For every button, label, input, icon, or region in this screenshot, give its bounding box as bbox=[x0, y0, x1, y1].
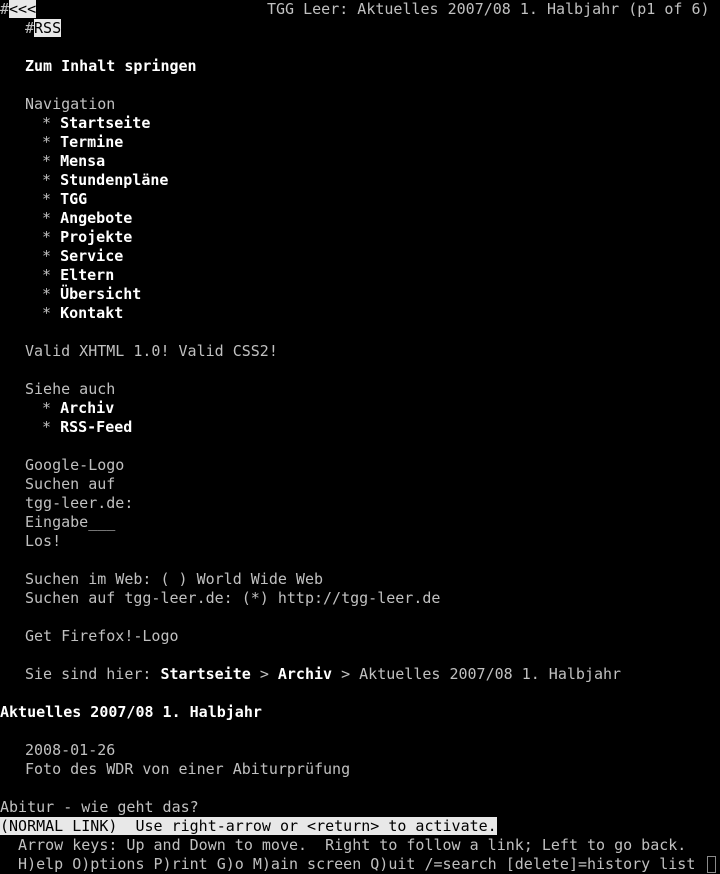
list-bullet-icon: * bbox=[42, 209, 52, 227]
nav-item-projekte[interactable]: * Projekte bbox=[42, 228, 132, 247]
nav-item-startseite[interactable]: * Startseite bbox=[42, 114, 150, 133]
list-bullet-icon: * bbox=[42, 190, 52, 208]
rss-row: #RSS bbox=[25, 19, 62, 38]
status-help-line-2: H)elp O)ptions P)rint G)o M)ain screen Q… bbox=[0, 855, 696, 873]
nav-link-label[interactable]: Termine bbox=[60, 133, 123, 151]
nav-link-label[interactable]: Eltern bbox=[60, 266, 114, 284]
breadcrumb-separator-icon: > bbox=[259, 665, 269, 683]
nav-link-label[interactable]: Stundenpläne bbox=[60, 171, 168, 189]
radio-row-site[interactable]: Suchen auf tgg-leer.de: (*) http://tgg-l… bbox=[25, 589, 440, 608]
article-link-row[interactable]: Abitur - wie geht das? bbox=[0, 798, 199, 817]
nav-item-kontakt[interactable]: * Kontakt bbox=[42, 304, 123, 323]
list-bullet-icon: * bbox=[42, 247, 52, 265]
toolbar-row: #<<< bbox=[0, 0, 37, 19]
see-also-item-archiv[interactable]: * Archiv bbox=[42, 399, 114, 418]
search-submit-button[interactable]: Los! bbox=[25, 532, 61, 551]
breadcrumb-link-startseite[interactable]: Startseite bbox=[160, 665, 250, 683]
firefox-logo-alt-text: Get Firefox!-Logo bbox=[25, 627, 179, 645]
terminal-cursor bbox=[707, 856, 716, 873]
nav-item-angebote[interactable]: * Angebote bbox=[42, 209, 132, 228]
nav-item-eltern[interactable]: * Eltern bbox=[42, 266, 114, 285]
article-date: 2008-01-26 bbox=[25, 741, 116, 759]
lynx-terminal-screen: #<<< TGG Leer: Aktuelles 2007/08 1. Halb… bbox=[0, 0, 720, 874]
radio-web-label: Suchen im Web: bbox=[25, 570, 152, 588]
nav-link-label[interactable]: TGG bbox=[60, 190, 87, 208]
list-bullet-icon: * bbox=[42, 399, 52, 417]
see-also-link-label[interactable]: RSS-Feed bbox=[60, 418, 132, 436]
list-bullet-icon: * bbox=[42, 266, 52, 284]
list-bullet-icon: * bbox=[42, 152, 52, 170]
radio-row-web[interactable]: Suchen im Web: ( ) World Wide Web bbox=[25, 570, 323, 589]
back-link[interactable]: <<< bbox=[9, 0, 37, 18]
list-bullet-icon: * bbox=[42, 114, 52, 132]
rss-hash: # bbox=[25, 19, 35, 37]
article-date-row: 2008-01-26 bbox=[25, 741, 115, 760]
validation-row: Valid XHTML 1.0! Valid CSS2! bbox=[25, 342, 278, 361]
page-title: TGG Leer: Aktuelles 2007/08 1. Halbjahr … bbox=[267, 0, 710, 18]
article-heading-row: Aktuelles 2007/08 1. Halbjahr bbox=[0, 703, 262, 722]
article-caption-row: Foto des WDR von einer Abiturprüfung bbox=[25, 760, 350, 779]
search-input[interactable]: Eingabe___ bbox=[25, 513, 115, 532]
see-also-item-rss-feed[interactable]: * RSS-Feed bbox=[42, 418, 132, 437]
breadcrumb: Sie sind hier: Startseite > Archiv > Akt… bbox=[25, 665, 621, 684]
radio-site-value: http://tgg-leer.de bbox=[277, 589, 441, 607]
breadcrumb-separator-icon: > bbox=[341, 665, 351, 683]
list-bullet-icon: * bbox=[42, 418, 52, 436]
list-bullet-icon: * bbox=[42, 228, 52, 246]
see-also-link-label[interactable]: Archiv bbox=[60, 399, 114, 417]
google-logo-alt-text: Google-Logo bbox=[25, 456, 125, 474]
nav-link-label[interactable]: Kontakt bbox=[60, 304, 123, 322]
article-link[interactable]: Abitur - wie geht das? bbox=[0, 798, 199, 816]
nav-heading-row: Navigation bbox=[25, 95, 115, 114]
skip-link-row: Zum Inhalt springen bbox=[25, 57, 197, 76]
nav-item-stundenplaene[interactable]: * Stundenpläne bbox=[42, 171, 168, 190]
search-label-line-2: tgg-leer.de: bbox=[25, 494, 134, 512]
toolbar-hash: # bbox=[0, 0, 10, 18]
nav-item-tgg[interactable]: * TGG bbox=[42, 190, 87, 209]
breadcrumb-link-archiv[interactable]: Archiv bbox=[278, 665, 332, 683]
breadcrumb-label: Sie sind hier: bbox=[25, 665, 152, 683]
search-label-line-1: Suchen auf bbox=[25, 475, 116, 493]
nav-heading: Navigation bbox=[25, 95, 116, 113]
list-bullet-icon: * bbox=[42, 133, 52, 151]
see-also-heading-row: Siehe auch bbox=[25, 380, 115, 399]
search-submit-label[interactable]: Los! bbox=[25, 532, 61, 550]
validation-text: Valid XHTML 1.0! Valid CSS2! bbox=[25, 342, 278, 360]
page-title-row: TGG Leer: Aktuelles 2007/08 1. Halbjahr … bbox=[267, 0, 710, 19]
nav-item-service[interactable]: * Service bbox=[42, 247, 123, 266]
nav-link-label[interactable]: Angebote bbox=[60, 209, 132, 227]
nav-link-label[interactable]: Übersicht bbox=[60, 285, 141, 303]
radio-web-value: World Wide Web bbox=[196, 570, 324, 588]
article-caption: Foto des WDR von einer Abiturprüfung bbox=[25, 760, 351, 778]
status-mode-text: (NORMAL LINK) Use right-arrow or <return… bbox=[0, 817, 497, 835]
skip-to-content-link[interactable]: Zum Inhalt springen bbox=[25, 57, 197, 75]
status-help-line-1: Arrow keys: Up and Down to move. Right t… bbox=[0, 836, 687, 854]
nav-item-uebersicht[interactable]: * Übersicht bbox=[42, 285, 141, 304]
nav-item-mensa[interactable]: * Mensa bbox=[42, 152, 105, 171]
list-bullet-icon: * bbox=[42, 285, 52, 303]
radio-site-button[interactable]: (*) bbox=[242, 589, 269, 607]
rss-link[interactable]: RSS bbox=[34, 19, 62, 37]
breadcrumb-current: Aktuelles 2007/08 1. Halbjahr bbox=[359, 665, 622, 683]
nav-item-termine[interactable]: * Termine bbox=[42, 133, 123, 152]
list-bullet-icon: * bbox=[42, 171, 52, 189]
nav-link-label[interactable]: Service bbox=[60, 247, 123, 265]
nav-link-label[interactable]: Projekte bbox=[60, 228, 132, 246]
status-mode-line: (NORMAL LINK) Use right-arrow or <return… bbox=[0, 817, 497, 836]
list-bullet-icon: * bbox=[42, 304, 52, 322]
radio-site-label: Suchen auf tgg-leer.de: bbox=[25, 589, 233, 607]
nav-link-label[interactable]: Mensa bbox=[60, 152, 105, 170]
search-input-value[interactable]: Eingabe___ bbox=[25, 513, 115, 531]
article-heading: Aktuelles 2007/08 1. Halbjahr bbox=[0, 703, 262, 721]
see-also-heading: Siehe auch bbox=[25, 380, 116, 398]
nav-link-label[interactable]: Startseite bbox=[60, 114, 150, 132]
radio-web-button[interactable]: ( ) bbox=[160, 570, 187, 588]
